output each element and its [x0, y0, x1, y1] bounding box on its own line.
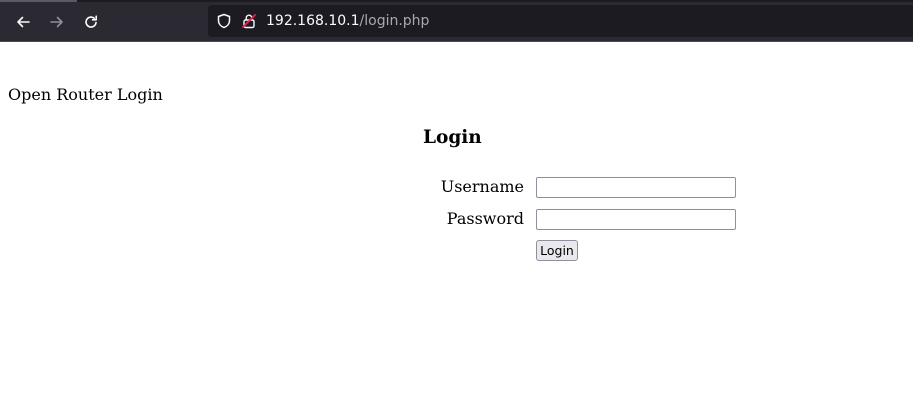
arrow-left-icon [17, 16, 30, 28]
login-heading: Login [423, 127, 482, 148]
browser-toolbar: 192.168.10.1/login.php [0, 0, 913, 42]
url-host: 192.168.10.1 [266, 13, 360, 29]
password-input[interactable] [536, 209, 736, 230]
tab-strip-accent [0, 0, 77, 2]
username-input[interactable] [536, 177, 736, 198]
reload-icon [85, 15, 97, 28]
login-button[interactable]: Login [536, 240, 578, 261]
insecure-lock-icon[interactable] [241, 13, 257, 29]
password-label: Password [446, 209, 524, 228]
address-bar[interactable]: 192.168.10.1/login.php [208, 5, 913, 37]
username-label: Username [440, 177, 524, 196]
shield-icon[interactable] [216, 13, 232, 29]
reload-button[interactable] [78, 9, 104, 35]
site-title: Open Router Login [8, 85, 163, 104]
tab-strip-edge [0, 0, 913, 2]
url-text[interactable]: 192.168.10.1/login.php [266, 12, 429, 30]
arrow-right-icon [50, 16, 63, 28]
forward-button[interactable] [44, 9, 70, 35]
back-button[interactable] [10, 9, 36, 35]
url-path: /login.php [359, 13, 430, 29]
